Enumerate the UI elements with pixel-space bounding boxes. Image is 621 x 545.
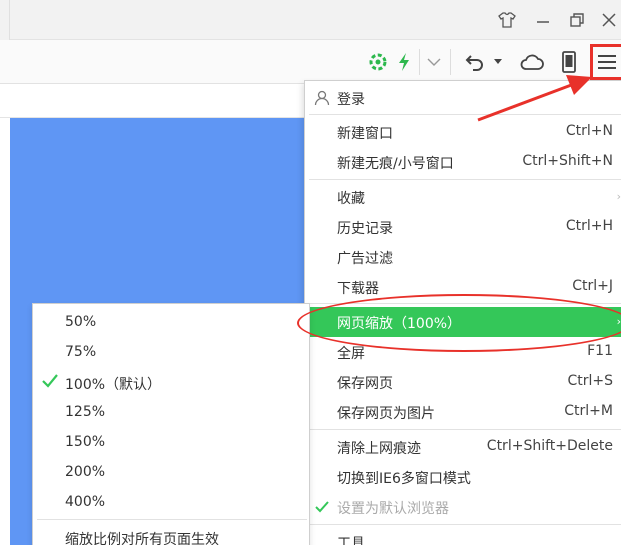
annotation-arrow [477, 75, 592, 122]
